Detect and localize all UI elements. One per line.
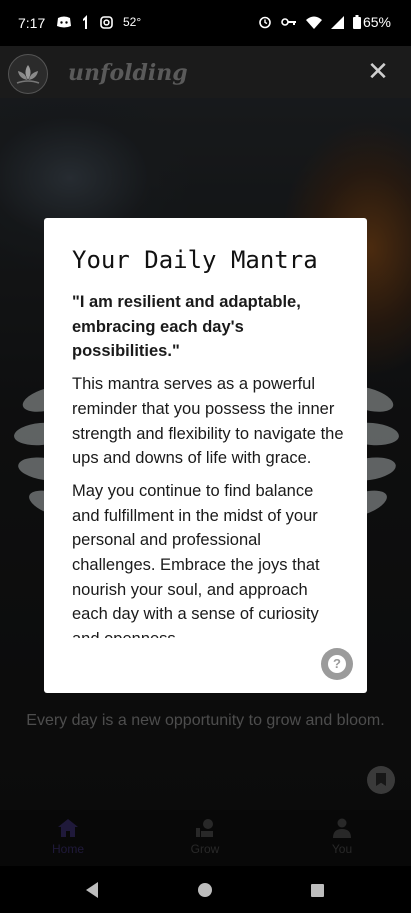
vpn-key-icon <box>281 18 296 26</box>
status-bar: 7:17 52° 65% <box>0 0 411 46</box>
home-circle-icon[interactable] <box>198 883 212 897</box>
wifi-icon <box>305 16 322 29</box>
back-icon[interactable] <box>86 882 98 898</box>
recent-apps-icon[interactable] <box>311 884 324 897</box>
status-temperature: 52° <box>123 15 142 29</box>
notification-icon <box>83 15 87 29</box>
alarm-icon <box>259 16 271 29</box>
discord-icon <box>57 16 71 28</box>
daily-mantra-dialog: Your Daily Mantra "I am resilient and ad… <box>44 218 367 693</box>
mantra-explanation: This mantra serves as a powerful reminde… <box>72 375 344 468</box>
question-mark-icon: ? <box>328 655 346 673</box>
dialog-title: Your Daily Mantra <box>72 246 318 274</box>
close-button[interactable]: ✕ <box>365 58 391 84</box>
mantra-encouragement: May you continue to find balance and ful… <box>72 481 320 638</box>
dialog-body[interactable]: "I am resilient and adaptable, embracing… <box>72 290 344 638</box>
status-time: 7:17 <box>18 15 46 31</box>
help-button[interactable]: ? <box>321 648 353 680</box>
battery-icon <box>352 15 361 29</box>
mantra-text: "I am resilient and adaptable, embracing… <box>72 293 301 361</box>
battery-percent: 65% <box>362 14 391 30</box>
signal-icon <box>330 15 344 29</box>
system-navigation-bar <box>0 866 411 913</box>
app-name: unfolding <box>68 60 188 86</box>
close-icon: ✕ <box>367 56 389 86</box>
lotus-logo-icon <box>8 54 48 94</box>
instagram-icon <box>100 15 113 29</box>
app-header: unfolding ✕ <box>0 46 411 98</box>
